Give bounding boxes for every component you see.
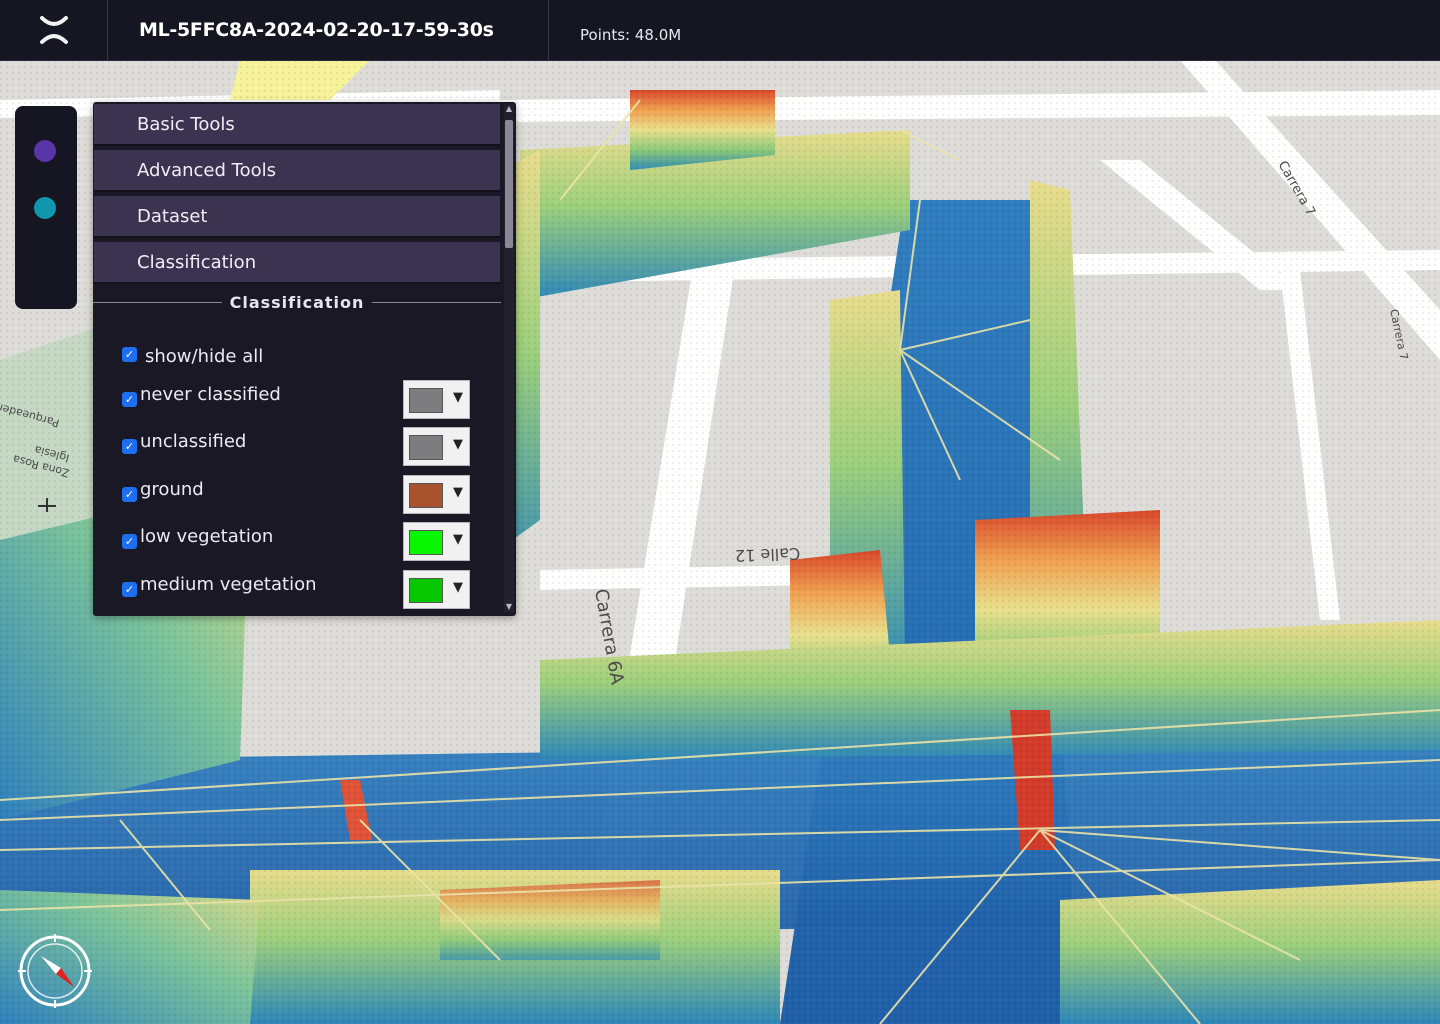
class-row-never-classified: ✓ never classified ▼: [120, 380, 475, 420]
color-picker-button[interactable]: ▼: [403, 427, 470, 466]
dataset-title-cell: ML-5FFC8A-2024-02-20-17-59-30s: [108, 0, 549, 60]
class-label: never classified: [140, 384, 281, 405]
chevron-down-icon: ▼: [453, 390, 463, 405]
teal-layer-toggle[interactable]: [34, 197, 56, 219]
accordion-basic-tools[interactable]: Basic Tools: [94, 104, 500, 146]
color-swatch: [409, 388, 443, 413]
color-swatch: [409, 530, 443, 555]
class-checkbox[interactable]: ✓: [122, 534, 137, 549]
dataset-title: ML-5FFC8A-2024-02-20-17-59-30s: [139, 19, 494, 41]
layer-toolbar: [15, 106, 77, 309]
show-hide-all-checkbox[interactable]: ✓: [122, 347, 137, 362]
color-swatch: [409, 578, 443, 603]
class-row-low-vegetation: ✓ low vegetation ▼: [120, 522, 475, 562]
points-cell: Points: 48.0M: [549, 17, 681, 44]
scrollbar-thumb[interactable]: [505, 120, 513, 248]
accordion-advanced-tools[interactable]: Advanced Tools: [94, 150, 500, 192]
color-picker-button[interactable]: ▼: [403, 522, 470, 561]
class-checkbox[interactable]: ✓: [122, 487, 137, 502]
class-checkbox[interactable]: ✓: [122, 439, 137, 454]
section-title-label: Classification: [229, 292, 365, 312]
divider: [372, 301, 502, 303]
class-row-unclassified: ✓ unclassified ▼: [120, 427, 475, 467]
class-row-ground: ✓ ground ▼: [120, 475, 475, 515]
divider: [93, 301, 222, 303]
class-label: medium vegetation: [140, 574, 317, 595]
class-label: low vegetation: [140, 526, 274, 547]
x-logo-icon: [39, 16, 68, 44]
color-picker-button[interactable]: ▼: [403, 475, 470, 514]
show-hide-all-label: show/hide all: [145, 346, 264, 367]
chevron-down-icon: ▼: [453, 485, 463, 500]
points-count: Points: 48.0M: [580, 25, 682, 44]
chevron-down-icon: ▼: [453, 437, 463, 452]
color-picker-button[interactable]: ▼: [403, 380, 470, 419]
compass-icon[interactable]: [16, 932, 94, 1010]
color-swatch: [409, 483, 443, 508]
chevron-down-icon: ▼: [453, 580, 463, 595]
class-checkbox[interactable]: ✓: [122, 582, 137, 597]
accordion-classification[interactable]: Classification: [94, 242, 500, 284]
class-label: unclassified: [140, 431, 247, 452]
tools-panel: Basic Tools Advanced Tools Dataset Class…: [93, 102, 516, 616]
class-checkbox[interactable]: ✓: [122, 392, 137, 407]
panel-scrollbar[interactable]: ▲ ▼: [504, 104, 514, 612]
class-row-medium-vegetation: ✓ medium vegetation ▼: [120, 570, 475, 610]
color-swatch: [409, 435, 443, 460]
scroll-down-icon[interactable]: ▼: [504, 602, 514, 612]
accordion-dataset[interactable]: Dataset: [94, 196, 500, 238]
top-bar: ML-5FFC8A-2024-02-20-17-59-30s Points: 4…: [0, 0, 1440, 60]
logo[interactable]: [0, 0, 108, 60]
classification-section-title: Classification: [93, 292, 502, 312]
map-label-calle-12: Calle 12: [735, 544, 801, 565]
color-picker-button[interactable]: ▼: [403, 570, 470, 609]
show-hide-all-row: ✓ show/hide all: [120, 342, 475, 382]
scroll-up-icon[interactable]: ▲: [504, 104, 514, 114]
chevron-down-icon: ▼: [453, 532, 463, 547]
class-label: ground: [140, 479, 204, 500]
purple-layer-toggle[interactable]: [34, 140, 56, 162]
